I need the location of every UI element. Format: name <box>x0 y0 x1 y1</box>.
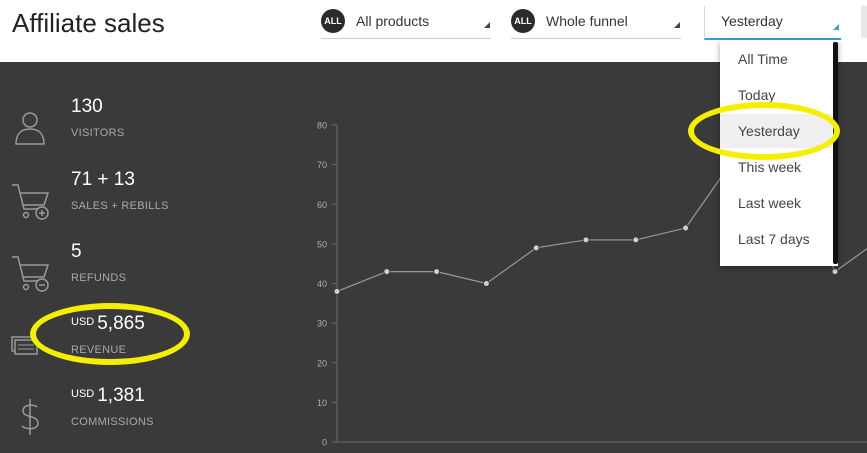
data-point <box>831 268 839 276</box>
commissions-amount: 1,381 <box>97 385 145 406</box>
y-tick-label: 60 <box>317 200 327 210</box>
stat-label: SALES + REBILLS <box>71 200 169 212</box>
y-tick-label: 0 <box>322 438 327 448</box>
data-point <box>482 280 490 287</box>
data-point <box>582 236 590 244</box>
data-point <box>383 268 391 276</box>
y-tick-label: 20 <box>317 358 327 368</box>
date-filter-label: Yesterday <box>721 13 783 29</box>
data-point <box>333 287 341 295</box>
menu-item-today[interactable]: Today <box>720 78 832 112</box>
page-title: Affiliate sales <box>12 8 165 38</box>
stat-value: 71 + 13 <box>71 169 135 190</box>
data-point <box>682 224 690 232</box>
menu-item-yesterday[interactable]: Yesterday <box>720 114 832 148</box>
currency-label: USD <box>71 388 95 400</box>
stat-revenue: USD 5,865 REVENUE <box>0 313 260 373</box>
product-filter-badge: ALL <box>321 9 345 33</box>
data-point <box>433 268 441 276</box>
stat-label: REFUNDS <box>71 272 127 284</box>
stat-value: USD 1,381 <box>71 385 145 407</box>
date-dropdown-menu: All Time Today Yesterday This week Last … <box>720 40 838 266</box>
stat-value: 5 <box>71 241 82 262</box>
revenue-amount: 5,865 <box>97 313 145 334</box>
menu-item-last-week[interactable]: Last week <box>720 186 832 220</box>
person-icon <box>15 112 45 145</box>
y-tick-label: 80 <box>317 121 327 131</box>
stat-refunds: 5 REFUNDS <box>0 241 260 301</box>
stat-value: 130 <box>71 96 103 117</box>
data-point <box>532 244 540 252</box>
menu-item-all-time[interactable]: All Time <box>720 42 832 76</box>
stat-visitors: 130 VISITORS <box>0 96 260 156</box>
funnel-filter-label: Whole funnel <box>546 13 628 29</box>
menu-item-this-week[interactable]: This week <box>720 150 832 184</box>
stat-sales-rebills: 71 + 13 SALES + REBILLS <box>0 169 260 229</box>
funnel-filter-badge: ALL <box>511 9 535 33</box>
cart-add-icon <box>12 184 50 220</box>
money-icon <box>11 336 38 355</box>
dropdown-scrollbar[interactable] <box>833 42 838 264</box>
y-tick-label: 40 <box>317 279 327 289</box>
product-filter-label: All products <box>356 13 430 29</box>
chevron-down-icon <box>484 22 490 28</box>
data-point <box>632 236 640 244</box>
y-tick-label: 70 <box>317 160 327 170</box>
stat-commissions: USD 1,381 COMMISSIONS <box>0 385 260 445</box>
y-tick-label: 30 <box>317 319 327 329</box>
chevron-down-icon <box>674 22 680 28</box>
toolbar-edge <box>861 6 867 38</box>
stat-label: COMMISSIONS <box>71 416 154 428</box>
chevron-down-icon <box>833 24 839 30</box>
funnel-filter-select[interactable]: ALL Whole funnel <box>511 6 681 39</box>
y-tick-label: 50 <box>317 239 327 249</box>
y-tick-label: 10 <box>317 398 327 408</box>
cart-remove-icon <box>12 256 50 292</box>
date-filter-select[interactable]: Yesterday <box>704 6 841 40</box>
stat-label: REVENUE <box>71 344 127 356</box>
stat-value: USD 5,865 <box>71 313 145 335</box>
product-filter-select[interactable]: ALL All products <box>321 6 491 39</box>
menu-item-last-7-days[interactable]: Last 7 days <box>720 222 832 256</box>
stat-label: VISITORS <box>71 127 125 139</box>
dollar-icon <box>21 399 39 435</box>
currency-label: USD <box>71 316 95 328</box>
